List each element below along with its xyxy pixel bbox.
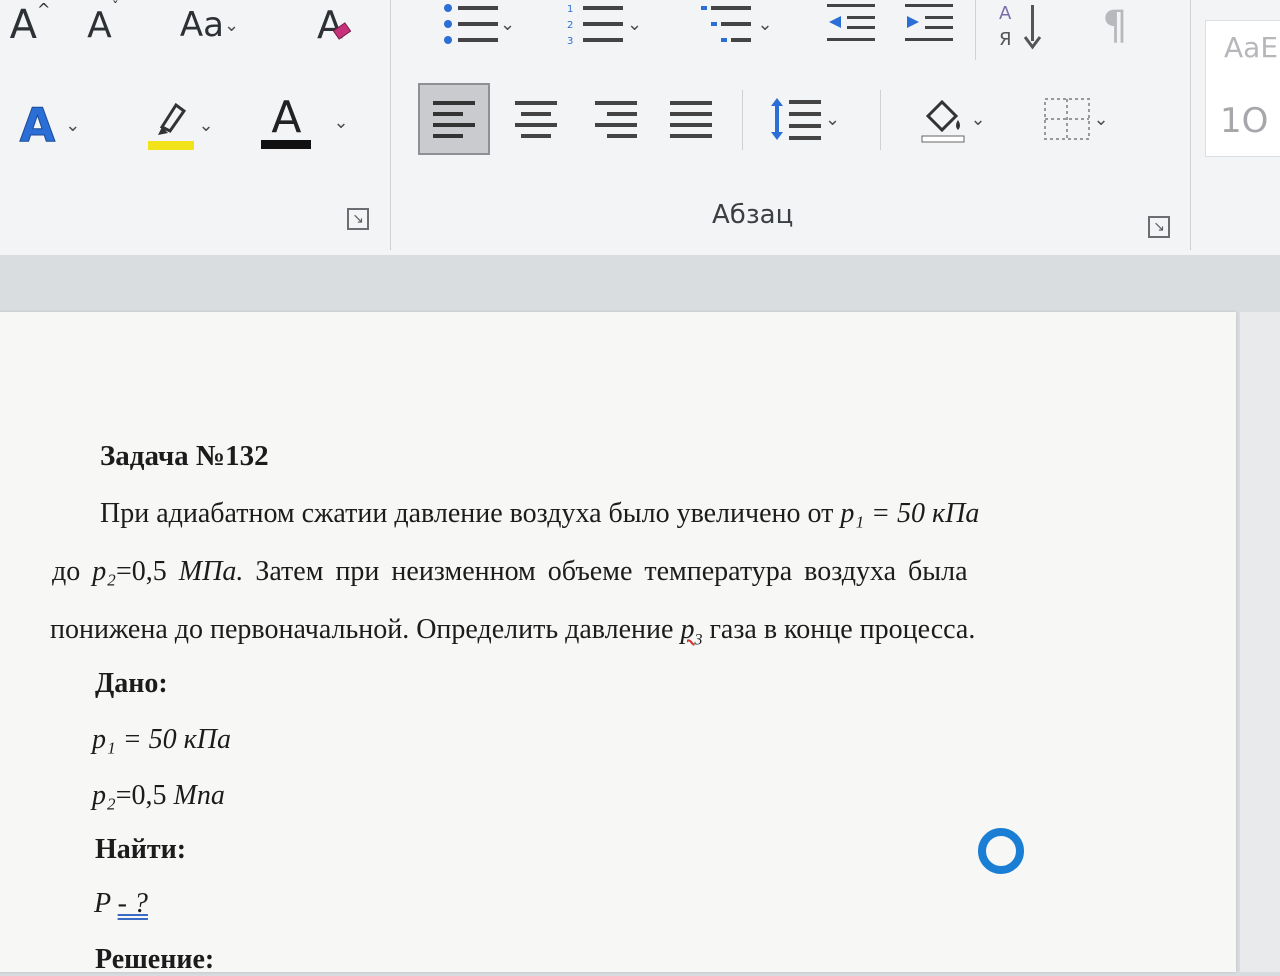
eraser-icon bbox=[332, 22, 352, 40]
text-span: понижена до первоначальной. Определить д… bbox=[50, 614, 681, 645]
text-span: до bbox=[52, 556, 93, 587]
show-hide-marks-button[interactable]: ¶ bbox=[1085, 0, 1145, 52]
align-left-icon bbox=[433, 101, 475, 138]
paragraph-line-2: до p₂=0,5 МПа. Затем при неизменном объе… bbox=[52, 556, 968, 588]
decrease-indent-button[interactable] bbox=[820, 0, 880, 48]
canvas-background bbox=[0, 255, 1280, 315]
numbered-list-icon: 1 2 3 bbox=[567, 4, 623, 46]
clear-formatting-button[interactable]: A bbox=[300, 0, 360, 50]
borders-button[interactable]: ⌄ bbox=[1020, 83, 1130, 155]
text-span: =0,5 bbox=[115, 556, 179, 587]
svg-text:2: 2 bbox=[567, 20, 573, 31]
font-color-button[interactable]: A ⌄ bbox=[250, 90, 360, 155]
chevron-down-icon: ⌄ bbox=[1093, 108, 1109, 130]
text-span: Затем при неизменном объеме температура … bbox=[243, 556, 968, 587]
document-body[interactable]: Задача №132 При адиабатном сжатии давлен… bbox=[0, 312, 1236, 975]
caret-down-small-icon: ˇ bbox=[111, 0, 119, 16]
given-p1: p₁ = 50 кПа bbox=[92, 724, 231, 755]
align-right-icon bbox=[595, 101, 637, 138]
text-span: =0,5 bbox=[115, 780, 174, 811]
paint-bucket-icon bbox=[921, 99, 965, 143]
find-p: P - ? bbox=[94, 888, 148, 920]
loading-spinner-icon bbox=[978, 828, 1024, 874]
style-preview-2[interactable]: 1О bbox=[1220, 101, 1268, 141]
document-page[interactable]: Задача №132 При адиабатном сжатии давлен… bbox=[0, 312, 1236, 975]
align-center-icon bbox=[515, 101, 557, 138]
increase-indent-icon bbox=[905, 4, 953, 41]
change-case-label: Aa bbox=[179, 5, 224, 45]
paragraph-line-1: При адиабатном сжатии давление воздуха б… bbox=[100, 498, 979, 530]
question-mark: - ? bbox=[117, 888, 148, 919]
bullets-button[interactable]: ⌄ bbox=[425, 0, 530, 48]
given-p2: p₂=0,5 Мпа bbox=[92, 780, 225, 812]
grow-font-button[interactable]: A ^ bbox=[0, 0, 60, 50]
multilevel-list-button[interactable]: ⌄ bbox=[685, 0, 785, 48]
chevron-down-icon: ⌄ bbox=[65, 114, 81, 136]
find-label: Найти: bbox=[95, 834, 187, 865]
chevron-down-icon: ⌄ bbox=[198, 114, 214, 136]
paragraph-group-label: Абзац bbox=[712, 200, 794, 230]
bullet-list-icon bbox=[443, 4, 498, 44]
var-p: P bbox=[94, 888, 118, 919]
font-dialog-launcher[interactable]: ↘ bbox=[347, 208, 369, 230]
chevron-down-icon: ⌄ bbox=[333, 112, 349, 133]
shrink-font-button[interactable]: Aˇ bbox=[78, 0, 128, 50]
sort-icon: А Я bbox=[999, 3, 1041, 50]
svg-text:1: 1 bbox=[567, 4, 573, 15]
increase-indent-button[interactable] bbox=[898, 0, 958, 48]
align-right-button[interactable] bbox=[580, 83, 652, 155]
text-span: При адиабатном сжатии давление воздуха б… bbox=[100, 498, 841, 529]
var-p2: p₂ bbox=[92, 780, 116, 811]
chevron-down-icon: ⌄ bbox=[626, 13, 643, 35]
task-title: Задача №132 bbox=[100, 440, 269, 472]
numbering-button[interactable]: 1 2 3 ⌄ bbox=[552, 0, 657, 48]
highlighter-icon bbox=[148, 102, 195, 150]
styles-gallery[interactable]: AaE 1О bbox=[1205, 20, 1280, 157]
grow-font-icon: A bbox=[9, 2, 37, 48]
next-page-edge bbox=[1240, 312, 1280, 972]
style-preview-1[interactable]: AaE bbox=[1224, 31, 1278, 64]
formula-p3: p3 bbox=[680, 614, 702, 649]
unit-mpa: МПа. bbox=[178, 556, 244, 587]
text-effects-icon: A bbox=[19, 98, 56, 153]
chevron-down-icon: ⌄ bbox=[499, 13, 516, 35]
decrease-indent-icon bbox=[827, 4, 875, 41]
formula-p1: p₁ = 50 кПа bbox=[840, 498, 980, 529]
align-left-button[interactable] bbox=[418, 83, 490, 155]
shading-button[interactable]: ⌄ bbox=[895, 83, 1005, 155]
multilevel-list-icon bbox=[701, 6, 752, 42]
chevron-down-icon: ⌄ bbox=[824, 108, 841, 130]
text-effects-button[interactable]: A ⌄ bbox=[0, 95, 100, 155]
ribbon: A ^ Aˇ Aa ⌄ A A ⌄ ⌄ A ⌄ ↘ ⌄ 1 2 3 ⌄ ⌄ А … bbox=[0, 0, 1280, 255]
align-center-button[interactable] bbox=[500, 83, 572, 155]
unit-mpa-lower: Мпа bbox=[173, 780, 225, 811]
paragraph-line-3: понижена до первоначальной. Определить д… bbox=[50, 614, 975, 650]
caret-up-icon: ^ bbox=[36, 0, 51, 19]
svg-text:А: А bbox=[999, 3, 1012, 24]
sort-button[interactable]: А Я bbox=[990, 0, 1055, 52]
pilcrow-icon: ¶ bbox=[1102, 3, 1128, 49]
paragraph-dialog-launcher[interactable]: ↘ bbox=[1148, 216, 1170, 238]
chevron-down-icon: ⌄ bbox=[757, 13, 773, 35]
var-p: p bbox=[680, 614, 695, 645]
justify-button[interactable] bbox=[655, 83, 727, 155]
font-color-bar bbox=[261, 140, 312, 149]
shrink-font-icon: A bbox=[87, 4, 112, 46]
text-span: газа в конце процесса. bbox=[702, 614, 976, 645]
chevron-down-icon: ⌄ bbox=[970, 108, 986, 130]
svg-text:Я: Я bbox=[999, 29, 1012, 50]
solution-label: Решение: bbox=[95, 944, 215, 975]
font-color-letter: A bbox=[271, 92, 302, 143]
highlight-color-button[interactable]: ⌄ bbox=[128, 95, 228, 155]
line-spacing-button[interactable]: ⌄ bbox=[752, 83, 857, 155]
change-case-button[interactable]: Aa ⌄ bbox=[162, 0, 257, 50]
borders-icon bbox=[1044, 98, 1091, 140]
line-spacing-icon bbox=[770, 98, 821, 140]
svg-text:3: 3 bbox=[567, 36, 573, 46]
font-color-icon: A bbox=[261, 92, 312, 149]
formula-p2: p₂ bbox=[92, 556, 116, 587]
justify-icon bbox=[670, 101, 712, 138]
chevron-down-icon: ⌄ bbox=[224, 14, 240, 36]
given-label: Дано: bbox=[95, 668, 168, 699]
